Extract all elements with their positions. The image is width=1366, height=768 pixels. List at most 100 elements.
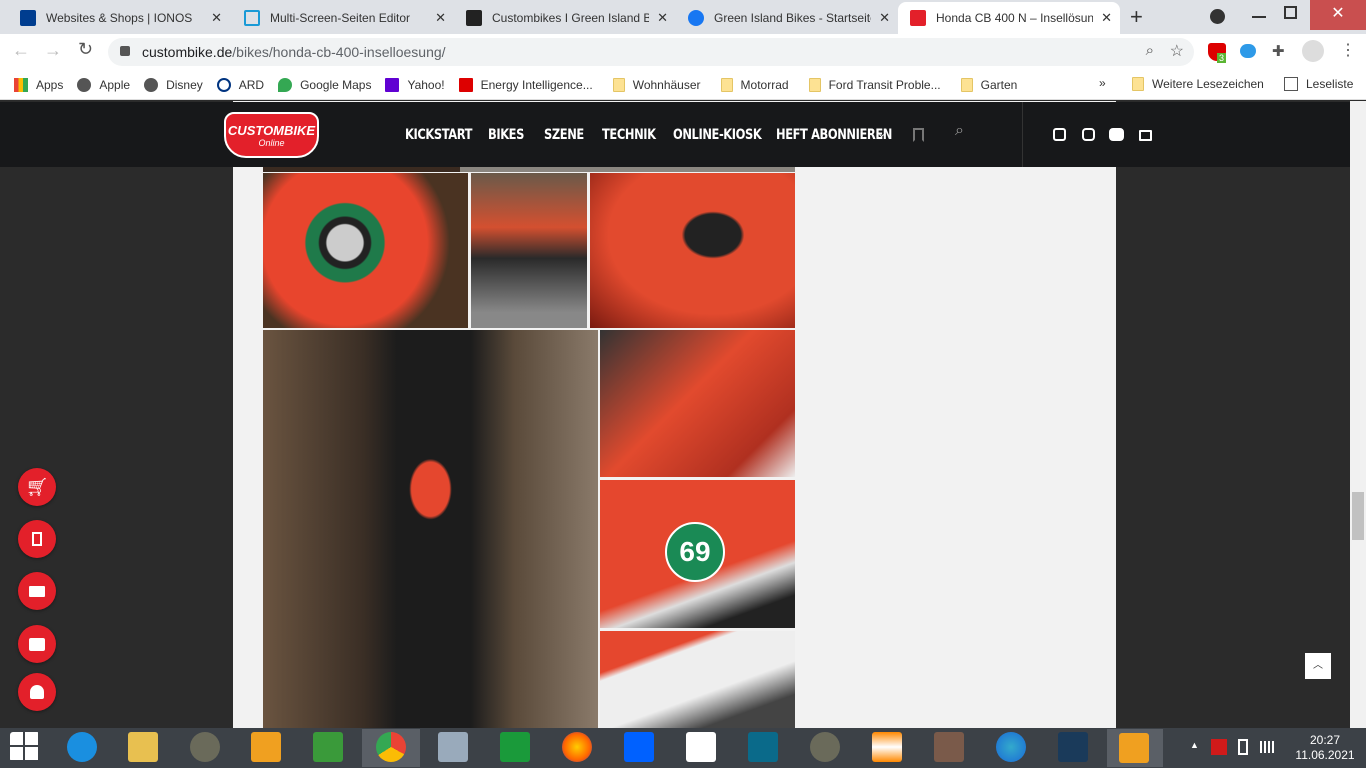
- maximize-button[interactable]: [1284, 6, 1297, 19]
- firefox-icon[interactable]: [562, 732, 592, 762]
- facebook-icon[interactable]: [1053, 128, 1066, 141]
- bookmark-disney[interactable]: Disney: [144, 77, 203, 92]
- gimp-icon-2[interactable]: [810, 732, 840, 762]
- outlook-taskbar-button[interactable]: [1107, 729, 1163, 767]
- address-bar[interactable]: custombike.de/bikes/honda-cb-400-insello…: [108, 38, 1194, 66]
- gallery-photo-number[interactable]: 69: [600, 480, 795, 628]
- nav-kickstart[interactable]: KICKSTART: [405, 127, 472, 143]
- nav-online-kiosk[interactable]: ONLINE-KIOSK: [673, 127, 762, 143]
- more-bookmarks-button[interactable]: »: [1099, 76, 1106, 90]
- new-tab-button[interactable]: +: [1130, 4, 1143, 30]
- shield-app-icon[interactable]: [686, 732, 716, 762]
- nav-heft-abonnieren[interactable]: HEFT ABONNIEREN: [776, 127, 892, 143]
- bookmark-button[interactable]: [18, 520, 56, 558]
- bookmark-icon[interactable]: [913, 128, 924, 142]
- battery-icon[interactable]: [1238, 739, 1248, 755]
- icloud-icon[interactable]: [1240, 44, 1256, 58]
- dropbox-icon[interactable]: [624, 732, 654, 762]
- list-icon: [1284, 77, 1298, 91]
- mail-icon[interactable]: [1139, 130, 1152, 141]
- url-host: custombike.de: [142, 44, 233, 60]
- forward-icon[interactable]: →: [44, 40, 62, 61]
- tray-expand-icon[interactable]: ▲: [1190, 740, 1199, 750]
- gallery-photo-indicator[interactable]: [600, 330, 795, 477]
- bookmark-wohnhaeuser[interactable]: Wohnhäuser: [612, 77, 701, 92]
- bookmark-apps[interactable]: Apps: [14, 77, 63, 92]
- scrollbar-thumb[interactable]: [1352, 492, 1364, 540]
- gallery-photo-sidecover[interactable]: [600, 631, 795, 728]
- instagram-icon[interactable]: [1082, 128, 1095, 141]
- menu-icon[interactable]: ⋮: [1340, 40, 1356, 60]
- reading-list[interactable]: Leseliste: [1284, 77, 1353, 91]
- star-icon[interactable]: ☆: [1170, 41, 1184, 61]
- mail-icon: [29, 585, 45, 597]
- apps-icon: [14, 77, 28, 92]
- folder-icon: [808, 77, 821, 92]
- book-icon[interactable]: [748, 732, 778, 762]
- close-window-button[interactable]: ✕: [1310, 0, 1366, 30]
- nav-bikes[interactable]: BIKES: [488, 127, 524, 143]
- reload-icon[interactable]: ↻: [78, 39, 93, 60]
- bookmark-apple[interactable]: Apple: [77, 77, 130, 92]
- scrollbar[interactable]: [1350, 101, 1366, 728]
- clock[interactable]: 20:27 11.06.2021: [1290, 733, 1360, 763]
- chat-icon: [29, 637, 45, 651]
- notification-button[interactable]: [18, 673, 56, 711]
- tab-honda[interactable]: Honda CB 400 N – Insellösung ✕: [898, 2, 1120, 34]
- close-icon[interactable]: ✕: [879, 10, 890, 26]
- bookmark-other[interactable]: Weitere Lesezeichen: [1132, 77, 1264, 91]
- tab-custombikes[interactable]: Custombikes I Green Island Bi ✕: [454, 2, 676, 34]
- gimp-icon[interactable]: [190, 732, 220, 762]
- outlook-icon[interactable]: [251, 732, 281, 762]
- tab-search-icon[interactable]: [1210, 9, 1225, 24]
- bookmark-energy[interactable]: Energy Intelligence...: [458, 77, 593, 92]
- bookmark-google-maps[interactable]: Google Maps: [278, 77, 371, 92]
- remote-icon[interactable]: [1058, 732, 1088, 762]
- camera-icon[interactable]: [934, 732, 964, 762]
- search-icon[interactable]: ⌕: [955, 122, 964, 140]
- cart-icon: 🛒︎: [25, 476, 49, 497]
- tab-editor[interactable]: Multi-Screen-Seiten Editor ✕: [232, 2, 454, 34]
- site-logo[interactable]: CUSTOMBIKE Online: [224, 112, 319, 158]
- stocks-icon[interactable]: [500, 732, 530, 762]
- mail-button[interactable]: [18, 572, 56, 610]
- nav-szene[interactable]: SZENE: [544, 127, 584, 143]
- chrome-icon[interactable]: [376, 732, 406, 762]
- bookmark-garten[interactable]: Garten: [960, 77, 1017, 92]
- calculator-icon[interactable]: [438, 732, 468, 762]
- bookmark-ard[interactable]: ARD: [216, 77, 264, 92]
- signal-icon[interactable]: [1260, 741, 1274, 753]
- money-icon[interactable]: [313, 732, 343, 762]
- gallery-photo-bike-main[interactable]: [263, 330, 598, 728]
- avatar[interactable]: [1302, 40, 1324, 62]
- scroll-to-top-button[interactable]: ︿: [1305, 653, 1331, 679]
- bookmark-ford[interactable]: Ford Transit Proble...: [808, 77, 941, 92]
- youtube-icon[interactable]: [1109, 128, 1124, 141]
- gallery-photo-headlight[interactable]: [263, 173, 468, 328]
- vlc-icon[interactable]: [872, 732, 902, 762]
- bookmark-motorrad[interactable]: Motorrad: [720, 77, 789, 92]
- minimize-button[interactable]: [1252, 16, 1266, 18]
- close-icon[interactable]: ✕: [657, 10, 668, 26]
- chat-button[interactable]: [18, 625, 56, 663]
- zoom-icon[interactable]: ⌕: [1146, 42, 1154, 59]
- facebook-icon: [688, 10, 704, 26]
- explorer-icon[interactable]: [128, 732, 158, 762]
- edge-icon[interactable]: [996, 732, 1026, 762]
- bookmark-yahoo[interactable]: Yahoo!: [385, 77, 445, 92]
- ie-icon[interactable]: [67, 732, 97, 762]
- gallery-photo-bike-rear[interactable]: [471, 173, 587, 328]
- cart-button[interactable]: 🛒︎: [18, 468, 56, 506]
- nav-technik[interactable]: TECHNIK: [602, 127, 656, 143]
- gallery-photo-tank-emblem[interactable]: [590, 173, 795, 328]
- back-icon[interactable]: ←: [12, 40, 30, 61]
- extensions-icon[interactable]: ✚: [1272, 42, 1285, 60]
- close-icon[interactable]: ✕: [211, 10, 222, 26]
- close-icon[interactable]: ✕: [435, 10, 446, 26]
- close-icon[interactable]: ✕: [1101, 10, 1112, 26]
- tab-facebook[interactable]: Green Island Bikes - Startseite ✕: [676, 2, 898, 34]
- tab-ionos[interactable]: Websites & Shops | IONOS ✕: [8, 2, 230, 34]
- avira-icon[interactable]: [1211, 739, 1227, 755]
- start-button[interactable]: [10, 732, 40, 762]
- pr-icon: [458, 77, 473, 92]
